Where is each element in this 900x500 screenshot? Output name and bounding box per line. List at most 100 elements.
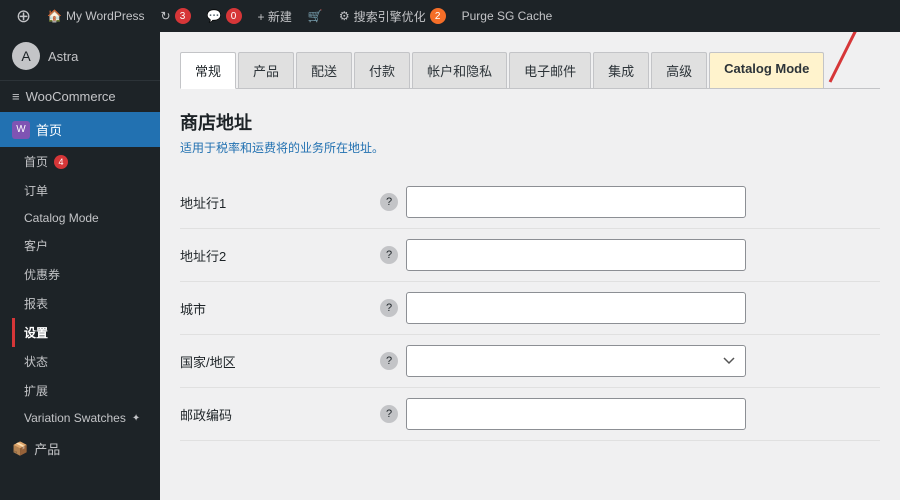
field-row-city: 城市 ? xyxy=(180,282,880,335)
city-input[interactable] xyxy=(406,292,746,324)
new-item[interactable]: + 新建 xyxy=(250,0,300,32)
field-input-row-address2: ? xyxy=(380,239,880,271)
refresh-icon: ↻ xyxy=(161,9,171,23)
help-icon-address1[interactable]: ? xyxy=(380,193,398,211)
sidebar: A Astra ≡ WooCommerce W 首页 首页 4 订单 Catal… xyxy=(0,32,160,500)
products-label: 产品 xyxy=(34,439,60,458)
home-label: 首页 xyxy=(24,153,48,170)
tab-general-label: 常规 xyxy=(195,64,221,79)
sidebar-item-feedback[interactable]: ≡ WooCommerce xyxy=(0,81,160,112)
field-label-address2: 地址行2 xyxy=(180,229,380,282)
sidebar-item-variation-swatches[interactable]: Variation Swatches ✦ xyxy=(12,405,160,431)
address2-input[interactable] xyxy=(406,239,746,271)
astra-icon: A xyxy=(12,42,40,70)
field-input-row-postal: ? xyxy=(380,398,880,430)
store-address-form: 地址行1 ? 地址行2 xyxy=(180,176,880,441)
tab-integrations-label: 集成 xyxy=(608,64,634,79)
tab-email[interactable]: 电子邮件 xyxy=(509,52,591,88)
tab-products-label: 产品 xyxy=(253,64,279,79)
purge-cache-label: Purge SG Cache xyxy=(462,9,553,23)
products-icon: 📦 xyxy=(12,441,28,457)
orders-label: 订单 xyxy=(24,182,48,199)
sidebar-item-status[interactable]: 状态 xyxy=(12,347,160,376)
sidebar-item-woocommerce[interactable]: W 首页 xyxy=(0,112,160,147)
tab-accounts-label: 帐户和隐私 xyxy=(427,64,492,79)
sidebar-item-settings[interactable]: 设置 xyxy=(12,318,160,347)
postal-input[interactable] xyxy=(406,398,746,430)
sidebar-item-customers[interactable]: 客户 xyxy=(12,231,160,260)
field-input-row-city: ? xyxy=(380,292,880,324)
tab-catalog-mode-label: Catalog Mode xyxy=(724,61,809,76)
wc-tabs: 常规 产品 配送 付款 帐户和隐私 电子邮件 集成 xyxy=(180,52,880,89)
field-row-postal: 邮政编码 ? xyxy=(180,388,880,441)
wp-logo-icon: ⊕ xyxy=(16,6,31,27)
extensions-label: 扩展 xyxy=(24,382,48,399)
new-label: + 新建 xyxy=(258,8,292,25)
comments-item[interactable]: 💬 0 xyxy=(199,0,250,32)
reports-label: 报表 xyxy=(24,295,48,312)
site-name: My WordPress xyxy=(66,9,144,23)
field-row-address2: 地址行2 ? xyxy=(180,229,880,282)
tab-catalog-mode[interactable]: Catalog Mode xyxy=(709,52,824,88)
sidebar-item-home[interactable]: 首页 4 xyxy=(12,147,160,176)
tab-advanced[interactable]: 高级 xyxy=(651,52,707,88)
tab-email-label: 电子邮件 xyxy=(524,64,576,79)
country-select[interactable] xyxy=(406,345,746,377)
tab-accounts[interactable]: 帐户和隐私 xyxy=(412,52,507,88)
arrow-woocommerce xyxy=(160,82,170,162)
address1-input[interactable] xyxy=(406,186,746,218)
seo-item[interactable]: ⚙ 搜索引擎优化 2 xyxy=(331,0,454,32)
field-row-address1: 地址行1 ? xyxy=(180,176,880,229)
variation-swatches-label: Variation Swatches xyxy=(24,411,126,425)
purge-cache-item[interactable]: Purge SG Cache xyxy=(454,0,561,32)
seo-label: 搜索引擎优化 xyxy=(354,8,426,25)
sidebar-item-products[interactable]: 📦 产品 xyxy=(0,431,160,466)
arrow-settings xyxy=(160,212,170,272)
tab-payment[interactable]: 付款 xyxy=(354,52,410,88)
seo-icon: ⚙ xyxy=(339,9,350,23)
sidebar-item-reports[interactable]: 报表 xyxy=(12,289,160,318)
field-label-address1: 地址行1 xyxy=(180,176,380,229)
orders-item[interactable]: 🛒 xyxy=(300,0,331,32)
tab-advanced-label: 高级 xyxy=(666,64,692,79)
field-label-country: 国家/地区 xyxy=(180,335,380,388)
field-row-country: 国家/地区 ? xyxy=(180,335,880,388)
tab-shipping[interactable]: 配送 xyxy=(296,52,352,88)
field-label-city: 城市 xyxy=(180,282,380,335)
site-name-item[interactable]: 🏠 My WordPress xyxy=(39,0,152,32)
content-wrapper: 常规 产品 配送 付款 帐户和隐私 电子邮件 集成 xyxy=(180,52,880,441)
tab-shipping-label: 配送 xyxy=(311,64,337,79)
comment-icon: 💬 xyxy=(207,9,222,23)
tab-products[interactable]: 产品 xyxy=(238,52,294,88)
content-area: 常规 产品 配送 付款 帐户和隐私 电子邮件 集成 xyxy=(160,32,900,500)
astra-label: Astra xyxy=(48,49,78,64)
customers-label: 客户 xyxy=(24,237,48,254)
tab-payment-label: 付款 xyxy=(369,64,395,79)
admin-bar: ⊕ 🏠 My WordPress ↻ 3 💬 0 + 新建 🛒 ⚙ 搜索引擎优化… xyxy=(0,0,900,32)
section-description: 适用于税率和运费将的业务所在地址。 xyxy=(180,139,880,156)
wp-logo-item[interactable]: ⊕ xyxy=(8,0,39,32)
field-input-row-address1: ? xyxy=(380,186,880,218)
main-layout: A Astra ≡ WooCommerce W 首页 首页 4 订单 Catal… xyxy=(0,32,900,500)
section-title: 商店地址 xyxy=(180,109,880,135)
tab-general[interactable]: 常规 xyxy=(180,52,236,89)
sidebar-item-catalog-mode[interactable]: Catalog Mode xyxy=(12,205,160,231)
comments-badge: 0 xyxy=(226,8,242,24)
feedback-icon: ≡ xyxy=(12,89,20,104)
coupons-label: 优惠券 xyxy=(24,266,60,283)
woo-icon: W xyxy=(12,121,30,139)
help-icon-postal[interactable]: ? xyxy=(380,405,398,423)
field-label-postal: 邮政编码 xyxy=(180,388,380,441)
tab-integrations[interactable]: 集成 xyxy=(593,52,649,88)
woocommerce-label: 首页 xyxy=(36,120,62,139)
help-icon-country[interactable]: ? xyxy=(380,352,398,370)
help-icon-city[interactable]: ? xyxy=(380,299,398,317)
help-icon-address2[interactable]: ? xyxy=(380,246,398,264)
field-input-row-country: ? xyxy=(380,345,880,377)
updates-badge: 3 xyxy=(175,8,191,24)
sidebar-item-extensions[interactable]: 扩展 xyxy=(12,376,160,405)
sidebar-item-orders[interactable]: 订单 xyxy=(12,176,160,205)
updates-item[interactable]: ↻ 3 xyxy=(153,0,199,32)
feedback-label: WooCommerce xyxy=(26,89,116,104)
sidebar-item-coupons[interactable]: 优惠券 xyxy=(12,260,160,289)
